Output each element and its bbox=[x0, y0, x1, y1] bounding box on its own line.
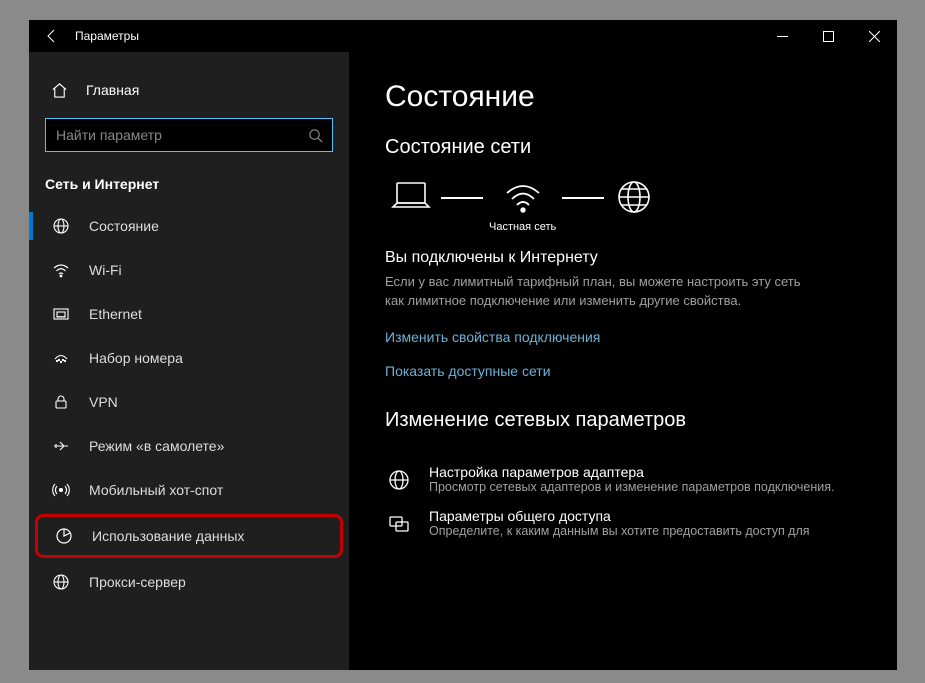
network-status-heading: Состояние сети bbox=[385, 136, 861, 159]
sidebar-item-label: Состояние bbox=[89, 218, 159, 234]
sidebar-item-wifi[interactable]: Wi-Fi bbox=[29, 248, 349, 292]
search-icon bbox=[298, 128, 332, 143]
sidebar-item-status[interactable]: Состояние bbox=[29, 204, 349, 248]
router-node: Частная сеть bbox=[489, 177, 556, 235]
option-sharing[interactable]: Параметры общего доступа Определите, к к… bbox=[385, 494, 861, 538]
option-adapter-title: Настройка параметров адаптера bbox=[429, 464, 834, 480]
status-icon bbox=[51, 216, 71, 236]
vpn-icon bbox=[51, 392, 71, 412]
sidebar-item-datausage[interactable]: Использование данных bbox=[35, 514, 343, 558]
network-diagram: Частная сеть bbox=[387, 177, 861, 235]
sidebar-item-airplane[interactable]: Режим «в самолете» bbox=[29, 424, 349, 468]
sidebar-item-proxy[interactable]: Прокси-сервер bbox=[29, 560, 349, 604]
option-sharing-title: Параметры общего доступа bbox=[429, 508, 810, 524]
settings-window: Параметры Главная bbox=[29, 20, 897, 670]
adapter-icon bbox=[385, 466, 413, 494]
wifi-large-icon bbox=[499, 177, 547, 217]
sidebar-home-label: Главная bbox=[86, 82, 139, 98]
link-show-networks[interactable]: Показать доступные сети bbox=[385, 363, 861, 379]
sidebar-item-label: Режим «в самолете» bbox=[89, 438, 224, 454]
sidebar: Главная Сеть и Интернет Состояние bbox=[29, 52, 349, 670]
sidebar-item-dialup[interactable]: Набор номера bbox=[29, 336, 349, 380]
link-change-properties[interactable]: Изменить свойства подключения bbox=[385, 329, 861, 345]
maximize-button[interactable] bbox=[805, 20, 851, 52]
sidebar-section-label: Сеть и Интернет bbox=[29, 160, 349, 204]
sidebar-item-label: Набор номера bbox=[89, 350, 183, 366]
sidebar-item-label: Использование данных bbox=[92, 528, 244, 544]
back-button[interactable] bbox=[29, 20, 75, 52]
sidebar-item-label: VPN bbox=[89, 394, 118, 410]
private-network-label: Частная сеть bbox=[489, 221, 556, 235]
sharing-icon bbox=[385, 510, 413, 538]
sidebar-item-hotspot[interactable]: Мобильный хот-спот bbox=[29, 468, 349, 512]
option-sharing-sub: Определите, к каким данным вы хотите пре… bbox=[429, 524, 810, 538]
connection-status: Вы подключены к Интернету Если у вас лим… bbox=[385, 249, 861, 311]
dialup-icon bbox=[51, 348, 71, 368]
page-title: Состояние bbox=[385, 80, 861, 114]
datausage-icon bbox=[54, 526, 74, 546]
sidebar-item-label: Прокси-сервер bbox=[89, 574, 186, 590]
connected-description: Если у вас лимитный тарифный план, вы мо… bbox=[385, 273, 815, 311]
sidebar-item-vpn[interactable]: VPN bbox=[29, 380, 349, 424]
option-adapter-sub: Просмотр сетевых адаптеров и изменение п… bbox=[429, 480, 834, 494]
sidebar-nav: Состояние Wi-Fi Ethernet bbox=[29, 204, 349, 604]
content-area: Состояние Состояние сети Частная сеть bbox=[349, 52, 897, 670]
connected-headline: Вы подключены к Интернету bbox=[385, 249, 861, 267]
proxy-icon bbox=[51, 572, 71, 592]
sidebar-item-label: Ethernet bbox=[89, 306, 142, 322]
close-button[interactable] bbox=[851, 20, 897, 52]
window-title: Параметры bbox=[75, 29, 139, 43]
globe-icon bbox=[610, 177, 658, 217]
search-box[interactable] bbox=[45, 118, 333, 152]
pc-node bbox=[387, 177, 435, 235]
globe-node bbox=[610, 177, 658, 235]
wifi-icon bbox=[51, 260, 71, 280]
minimize-button[interactable] bbox=[759, 20, 805, 52]
hotspot-icon bbox=[51, 480, 71, 500]
sidebar-item-label: Wi-Fi bbox=[89, 262, 122, 278]
change-settings-heading: Изменение сетевых параметров bbox=[385, 409, 861, 432]
option-adapter-settings[interactable]: Настройка параметров адаптера Просмотр с… bbox=[385, 450, 861, 494]
sidebar-item-label: Мобильный хот-спот bbox=[89, 482, 223, 498]
laptop-icon bbox=[387, 177, 435, 217]
ethernet-icon bbox=[51, 304, 71, 324]
search-input[interactable] bbox=[46, 127, 298, 143]
sidebar-item-ethernet[interactable]: Ethernet bbox=[29, 292, 349, 336]
home-icon bbox=[51, 82, 68, 99]
titlebar: Параметры bbox=[29, 20, 897, 52]
airplane-icon bbox=[51, 436, 71, 456]
sidebar-home[interactable]: Главная bbox=[29, 70, 349, 110]
